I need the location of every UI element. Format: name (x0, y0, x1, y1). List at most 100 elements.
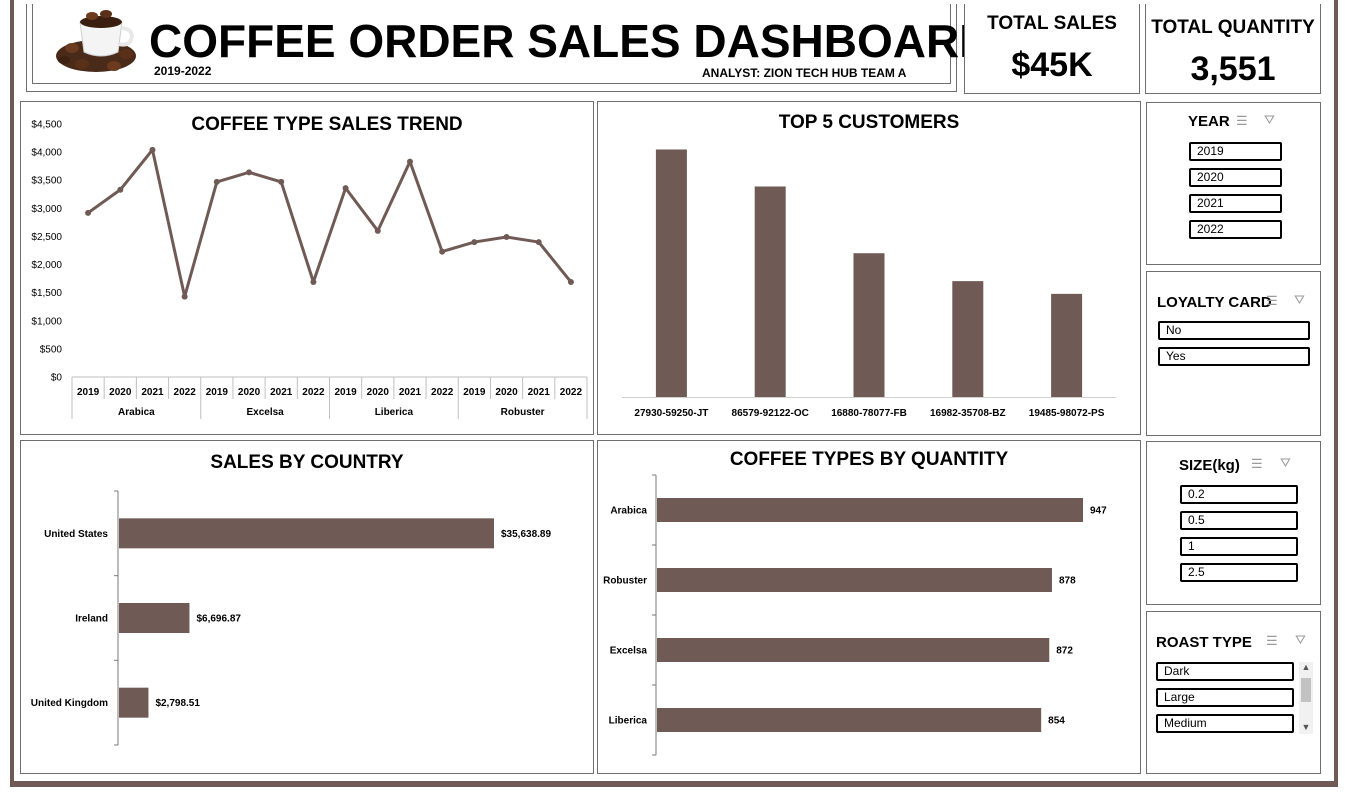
loyalty-no-button[interactable]: No (1158, 321, 1310, 340)
sales-trend-line (87, 148, 573, 299)
category-label: Liberica (609, 716, 648, 727)
size-0-5-button[interactable]: 0.5 (1180, 511, 1298, 530)
x-year-label: 2019 (463, 387, 486, 398)
category-label: Ireland (75, 614, 108, 625)
top-customers-panel: TOP 5 CUSTOMERS 27930-59250-JT 86579-9212… (597, 101, 1141, 435)
scroll-up-arrow-icon[interactable]: ▲ (1299, 662, 1313, 674)
size-1-button[interactable]: 1 (1180, 537, 1298, 556)
sales-trend-point (149, 146, 156, 153)
y-tick-label: $500 (40, 344, 63, 355)
x-year-label: 2020 (495, 387, 518, 398)
slicer-scrollbar[interactable]: ▲ ▼ (1299, 662, 1313, 734)
roast-medium-button[interactable]: Medium (1156, 714, 1294, 733)
sales-trend-point (278, 178, 285, 185)
customer-bar (1051, 293, 1083, 397)
top-customers-chart: 27930-59250-JT 86579-92122-OC 16880-78077-… (622, 149, 1116, 419)
coffee-cup-logo (56, 10, 136, 72)
coffee-quantity-panel: COFFEE TYPES BY QUANTITY Arabica 947 Robus… (597, 440, 1141, 774)
y-tick-label: $4,000 (31, 148, 62, 159)
coffee-quantity-chart: Arabica 947 Robuster 878 Excelsa 872 Liberica 8… (603, 474, 1107, 756)
value-label: $6,696.87 (196, 614, 241, 625)
customer-label: 19485-98072-PS (1029, 408, 1105, 419)
sales-trend-point (117, 186, 124, 193)
x-year-label: 2021 (399, 387, 422, 398)
roast-slicer-title: ROAST TYPE (1156, 634, 1252, 651)
x-group-label: Liberica (375, 407, 414, 418)
category-label: Arabica (610, 506, 647, 517)
customer-bar (952, 281, 984, 397)
customer-label: 16982-35708-BZ (930, 408, 1006, 419)
value-label: 854 (1048, 716, 1065, 727)
sales-trend-point (567, 278, 574, 285)
sales-trend-point (85, 209, 92, 216)
value-label: $35,638.89 (501, 529, 551, 540)
category-bar (657, 568, 1052, 592)
year-2019-button[interactable]: 2019 (1189, 142, 1282, 161)
clear-filter-icon[interactable]: ⛛ (1295, 632, 1306, 648)
customer-bar (754, 186, 786, 397)
year-2021-button[interactable]: 2021 (1189, 194, 1282, 213)
sales-trend-chart: $0 $500 $1,000 $1,500 $2,000 $2,500 $3,000 $3,5… (31, 120, 588, 419)
y-tick-label: $4,500 (31, 120, 62, 131)
customer-label: 86579-92122-OC (732, 408, 809, 419)
loyalty-slicer-title: LOYALTY CARD (1157, 294, 1272, 311)
scroll-down-arrow-icon[interactable]: ▼ (1299, 722, 1313, 734)
category-label: United Kingdom (31, 698, 108, 709)
x-year-label: 2021 (141, 387, 164, 398)
multi-select-icon[interactable]: ☰ (1236, 113, 1248, 129)
y-tick-label: $0 (51, 373, 63, 384)
loyalty-yes-button[interactable]: Yes (1158, 347, 1310, 366)
clear-filter-icon[interactable]: ⛛ (1294, 292, 1305, 308)
date-range: 2019-2022 (154, 64, 212, 78)
category-bar (119, 687, 149, 718)
multi-select-icon[interactable]: ☰ (1266, 633, 1278, 649)
sales-trend-point (213, 178, 220, 185)
scrollbar-thumb[interactable] (1301, 678, 1311, 702)
total-quantity-value: 3,551 (1190, 50, 1276, 88)
customer-bar (655, 149, 687, 397)
x-year-label: 2022 (431, 387, 454, 398)
roast-type-slicer: ROAST TYPE ☰ ⛛ Dark Large Medium ▲ ▼ (1146, 611, 1321, 774)
clear-filter-icon[interactable]: ⛛ (1264, 112, 1275, 128)
x-year-label: 2020 (367, 387, 390, 398)
category-label: United States (44, 529, 108, 540)
total-sales-value: $45K (1011, 46, 1093, 84)
value-label: 878 (1059, 576, 1076, 587)
roast-large-button[interactable]: Large (1156, 688, 1294, 707)
loyalty-card-slicer: LOYALTY CARD ☰ ⛛ No Yes (1146, 271, 1321, 436)
year-2020-button[interactable]: 2020 (1189, 168, 1282, 187)
sales-trend-point (471, 239, 478, 246)
x-year-label: 2019 (334, 387, 357, 398)
multi-select-icon[interactable]: ☰ (1251, 456, 1263, 472)
y-tick-label: $1,000 (31, 316, 62, 327)
size-0-2-button[interactable]: 0.2 (1180, 485, 1298, 504)
category-bar (119, 603, 190, 633)
x-year-label: 2022 (174, 387, 197, 398)
size-2-5-button[interactable]: 2.5 (1180, 563, 1298, 582)
year-slicer-title: YEAR (1188, 113, 1230, 130)
sales-by-country-chart: United States $35,638.89 Ireland $6,696.87 U… (31, 490, 551, 746)
header-panel: COFFEE ORDER SALES DASHBOARD 2019-2022 A… (26, 4, 992, 92)
clear-filter-icon[interactable]: ⛛ (1280, 455, 1291, 471)
sales-trend-point (374, 227, 381, 234)
year-2022-button[interactable]: 2022 (1189, 220, 1282, 239)
x-year-label: 2019 (77, 387, 100, 398)
sales-trend-point (535, 239, 542, 246)
multi-select-icon[interactable]: ☰ (1266, 293, 1278, 309)
x-group-label: Robuster (501, 407, 545, 418)
total-sales-label: TOTAL SALES (987, 13, 1117, 34)
value-label: $2,798.51 (155, 698, 200, 709)
y-tick-label: $3,500 (31, 176, 62, 187)
total-quantity-label: TOTAL QUANTITY (1151, 17, 1315, 38)
category-bar (657, 638, 1050, 662)
x-year-label: 2021 (528, 387, 551, 398)
sales-trend-point (310, 278, 317, 285)
y-tick-label: $2,500 (31, 232, 62, 243)
category-label: Excelsa (610, 646, 648, 657)
x-year-label: 2021 (270, 387, 293, 398)
roast-dark-button[interactable]: Dark (1156, 662, 1294, 681)
sales-by-country-panel: SALES BY COUNTRY United States $35,638.89… (20, 440, 594, 774)
x-year-label: 2022 (302, 387, 325, 398)
x-year-label: 2020 (109, 387, 132, 398)
sales-trend-point (181, 293, 188, 300)
